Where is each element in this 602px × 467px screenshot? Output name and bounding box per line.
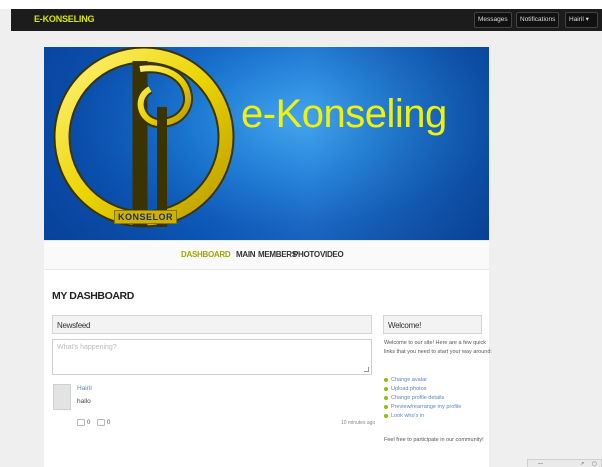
quick-links: Change avatar Upload photos Change profi… [384, 375, 461, 421]
comment-icon [77, 419, 85, 426]
like-count: 0 [107, 419, 111, 426]
messages-button[interactable]: Messages [474, 12, 512, 28]
right-empty-pane [493, 31, 602, 467]
left-margin [0, 31, 11, 467]
link-label: Upload photos [391, 385, 427, 392]
resize-handle-icon[interactable] [364, 367, 369, 372]
notifications-button[interactable]: Notifications [516, 12, 560, 28]
welcome-footer: Feel free to participate in our communit… [384, 437, 484, 443]
window-top-edge [0, 0, 602, 9]
link-label: Change avatar [391, 376, 428, 383]
banner-title: e-Konseling [241, 92, 447, 136]
bullet-icon [384, 377, 388, 382]
tab-members[interactable]: MEMBERS [258, 250, 297, 259]
link-change-profile[interactable]: Change profile details [384, 393, 461, 402]
tab-photo[interactable]: PHOTO [293, 250, 320, 259]
bottom-dock[interactable]: — ↗ ▢ [527, 459, 602, 467]
bullet-icon [384, 405, 388, 410]
status-placeholder: What's happening? [57, 344, 117, 351]
thumbs-up-icon [97, 419, 105, 426]
main-tabs: DASHBOARD MAIN MEMBERS PHOTO VIDEO [44, 240, 489, 270]
bullet-icon [384, 386, 388, 391]
logo-emblem-icon [53, 47, 235, 228]
link-label: Change profile details [391, 394, 445, 401]
welcome-intro: Welcome to our site! Here are a few quic… [384, 340, 492, 355]
top-navbar: E-KONSELING Messages Notifications Hairi… [11, 9, 602, 31]
site-brand[interactable]: E-KONSELING [34, 14, 95, 24]
tab-video[interactable]: VIDEO [320, 250, 344, 259]
bullet-icon [384, 414, 388, 419]
window-icon[interactable]: ▢ [592, 461, 597, 467]
chevron-down-icon: ▾ [585, 16, 589, 23]
link-upload-photos[interactable]: Upload photos [384, 384, 461, 393]
welcome-header: Welcome! [383, 315, 482, 334]
link-label: Look who's in [391, 413, 425, 420]
comment-count: 0 [87, 419, 91, 426]
link-preview-profile[interactable]: Preview/rearrange my profile [384, 403, 461, 412]
logo-label: KONSELOR [114, 210, 178, 224]
comment-button[interactable]: 0 [77, 419, 90, 426]
tab-dashboard[interactable]: DASHBOARD [181, 250, 231, 259]
status-input[interactable]: What's happening? [52, 339, 372, 375]
avatar[interactable] [53, 384, 71, 410]
tab-main[interactable]: MAIN [236, 250, 256, 259]
post-author-link[interactable]: Hairil [77, 385, 92, 392]
link-change-avatar[interactable]: Change avatar [384, 375, 461, 384]
bullet-icon [384, 395, 388, 400]
newsfeed-header: Newsfeed [52, 315, 372, 334]
user-name: Hairil [569, 16, 584, 23]
expand-icon[interactable]: ↗ [580, 461, 584, 467]
post-text: hallo [77, 398, 91, 405]
dock-item-icon[interactable]: — [538, 461, 543, 467]
link-label: Preview/rearrange my profile [391, 404, 462, 411]
like-button[interactable]: 0 [97, 419, 110, 426]
link-look-whos-in[interactable]: Look who's in [384, 412, 461, 421]
post-timestamp: 10 minutes ago [341, 420, 376, 426]
site-banner: e-Konseling KONSELOR [44, 47, 489, 240]
user-menu-button[interactable]: Hairil ▾ [565, 12, 598, 28]
page-title: MY DASHBOARD [52, 290, 134, 302]
